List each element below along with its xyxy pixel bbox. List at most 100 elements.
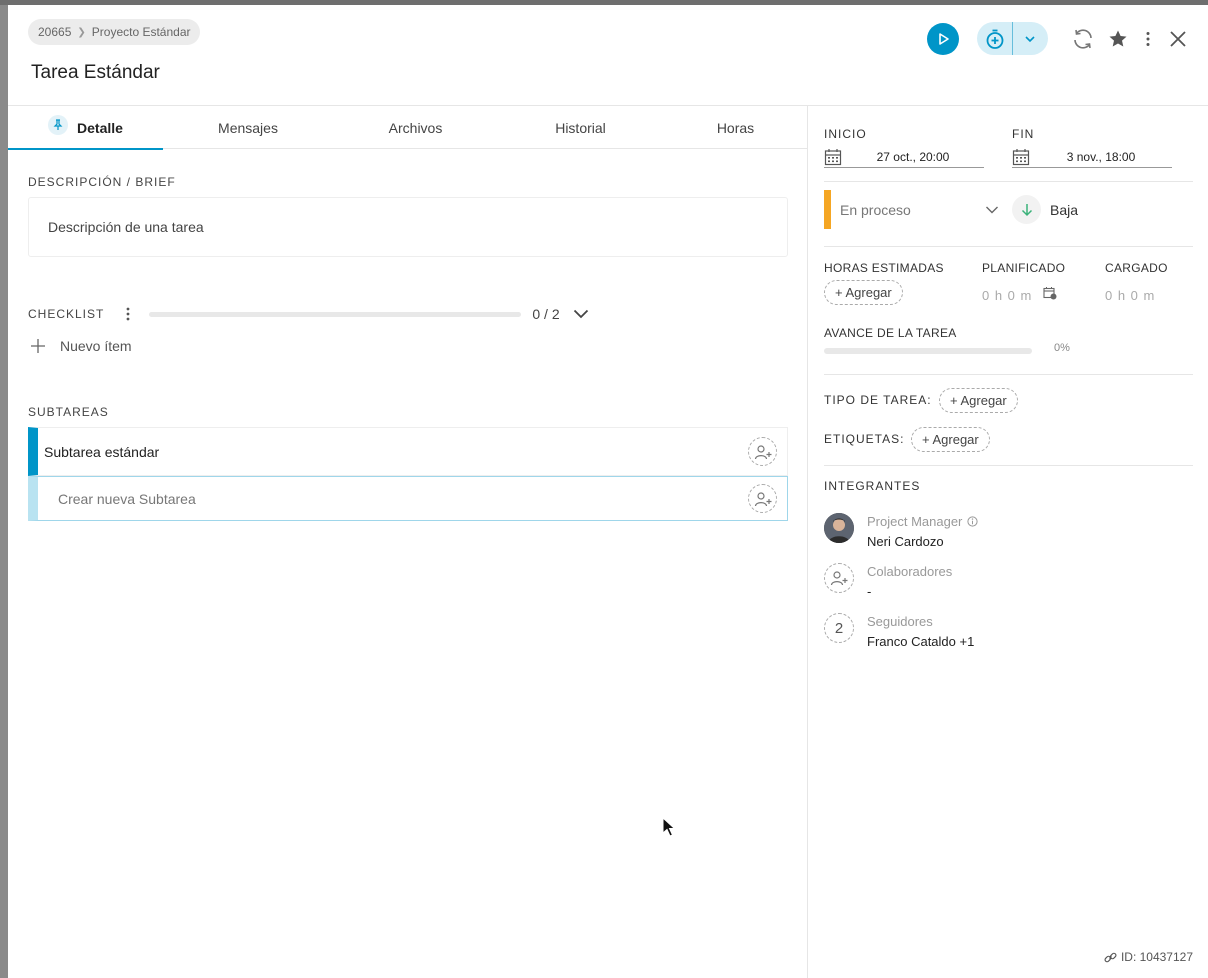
tab-bar: Detalle Mensajes Archivos Historial Hora… [8, 106, 808, 150]
modal-header: 20665 ❯ Proyecto Estándar Tarea Estándar [8, 5, 1208, 106]
timer-add-button[interactable] [977, 22, 1013, 55]
planned-label: PLANIFICADO [982, 261, 1066, 275]
breadcrumb-separator-icon: ❯ [77, 26, 86, 38]
end-date-field[interactable]: 3 nov., 18:00 [1012, 146, 1172, 168]
chevron-down-icon [573, 309, 588, 319]
new-item-label: Nuevo ítem [60, 338, 132, 354]
more-options-button[interactable] [1134, 25, 1162, 53]
collaborators-member[interactable]: Colaboradores - [824, 563, 952, 601]
progress-label: AVANCE DE LA TAREA [824, 326, 957, 340]
description-heading: DESCRIPCIÓN / BRIEF [28, 175, 176, 189]
task-id-value: ID: 10437127 [1120, 950, 1193, 964]
followers-value: Franco Cataldo +1 [867, 634, 975, 649]
description-field[interactable]: Descripción de una tarea [28, 197, 788, 257]
description-text: Descripción de una tarea [48, 219, 204, 235]
task-title[interactable]: Tarea Estándar [31, 62, 160, 84]
logged-value: 0 h 0 m [1105, 288, 1156, 303]
new-subtask-input[interactable]: Crear nueva Subtarea [28, 476, 788, 521]
timer-dropdown-button[interactable] [1013, 22, 1047, 55]
checklist-expand-button[interactable] [572, 305, 590, 323]
status-color-indicator [824, 190, 831, 229]
plus-icon [31, 339, 45, 353]
star-icon [1109, 30, 1127, 47]
assign-user-button[interactable] [748, 437, 777, 466]
divider [824, 181, 1193, 182]
refresh-button[interactable] [1069, 25, 1097, 53]
followers-count-badge: 2 [824, 613, 854, 643]
followers-member[interactable]: 2 Seguidores Franco Cataldo +1 [824, 613, 974, 651]
followers-label: Seguidores [867, 614, 933, 629]
collaborators-label: Colaboradores [867, 564, 953, 579]
tab-horas[interactable]: Horas [663, 106, 808, 149]
tab-mensajes[interactable]: Mensajes [163, 106, 333, 149]
avatar [824, 513, 854, 543]
info-icon [967, 516, 978, 527]
tab-detalle[interactable]: Detalle [8, 106, 163, 150]
refresh-icon [1074, 29, 1092, 49]
tab-label: Historial [555, 119, 606, 136]
divider [824, 465, 1193, 466]
new-checklist-item-button[interactable]: Nuevo ítem [30, 338, 132, 354]
checklist-progress-bar [149, 311, 522, 317]
tab-label: Horas [716, 119, 755, 136]
task-type-label: TIPO DE TAREA: [824, 393, 932, 407]
timer-button-group [977, 22, 1048, 55]
calendar-icon [824, 148, 842, 165]
start-task-button[interactable] [927, 23, 959, 55]
play-icon [939, 33, 949, 45]
start-date-label: INICIO [824, 127, 867, 141]
breadcrumb-project-name[interactable]: Proyecto Estándar [92, 25, 191, 39]
calendar-clock-icon[interactable] [1043, 286, 1057, 300]
project-manager-member[interactable]: Project Manager Neri Cardozo [824, 513, 978, 551]
task-main-panel: Detalle Mensajes Archivos Historial Hora… [8, 106, 808, 978]
checklist-options-button[interactable] [118, 304, 138, 324]
collaborators-value: - [867, 584, 872, 599]
tab-archivos[interactable]: Archivos [333, 106, 498, 149]
breadcrumb-project-id[interactable]: 20665 [38, 25, 71, 39]
add-tag-button[interactable]: + Agregar [911, 427, 990, 452]
tab-historial[interactable]: Historial [498, 106, 663, 149]
mouse-cursor-icon [662, 817, 676, 837]
tab-label: Archivos [388, 119, 443, 136]
add-estimated-hours-button[interactable]: + Agregar [824, 280, 903, 305]
task-progress-percent: 0% [1054, 342, 1070, 354]
start-date-value: 27 oct., 20:00 [876, 149, 950, 164]
calendar-icon [1012, 148, 1030, 165]
pm-role-label: Project Manager [867, 513, 978, 530]
assign-user-button[interactable] [748, 484, 777, 513]
priority-selector[interactable]: Baja [1012, 195, 1078, 224]
checklist-heading: CHECKLIST [28, 307, 105, 321]
more-vertical-icon [126, 307, 130, 321]
end-date-label: FIN [1012, 127, 1035, 141]
add-task-type-button[interactable]: + Agregar [939, 388, 1018, 413]
subtasks-heading: SUBTAREAS [28, 405, 109, 419]
favorite-button[interactable] [1104, 25, 1132, 53]
breadcrumb[interactable]: 20665 ❯ Proyecto Estándar [28, 19, 201, 45]
tags-label: ETIQUETAS: [824, 432, 905, 446]
chevron-down-icon [1025, 35, 1035, 42]
checklist-count: 0 / 2 [532, 306, 560, 322]
more-vertical-icon [1146, 32, 1150, 46]
start-date-field[interactable]: 27 oct., 20:00 [824, 146, 984, 168]
status-dropdown[interactable]: En proceso [824, 190, 999, 229]
tab-label: Mensajes [218, 119, 278, 136]
chevron-down-icon [986, 206, 998, 213]
user-add-icon [754, 444, 771, 459]
logged-label: CARGADO [1105, 261, 1168, 275]
members-heading: INTEGRANTES [824, 479, 921, 493]
pm-name: Neri Cardozo [867, 534, 944, 549]
priority-value: Baja [1050, 201, 1079, 218]
subtask-title: Subtarea estándar [44, 443, 160, 460]
user-add-icon [754, 491, 771, 506]
divider [824, 374, 1193, 375]
link-icon [1104, 952, 1117, 962]
close-button[interactable] [1164, 25, 1192, 53]
status-value: En proceso [840, 201, 911, 218]
checklist-header: CHECKLIST 0 / 2 [28, 304, 608, 324]
arrow-down-icon [1012, 195, 1041, 224]
task-modal: 20665 ❯ Proyecto Estándar Tarea Estándar [8, 5, 1208, 978]
task-progress-bar [824, 348, 1032, 354]
new-subtask-placeholder: Crear nueva Subtarea [58, 490, 196, 507]
subtask-row[interactable]: Subtarea estándar [28, 427, 788, 476]
task-id[interactable]: ID: 10437127 [1104, 950, 1193, 964]
